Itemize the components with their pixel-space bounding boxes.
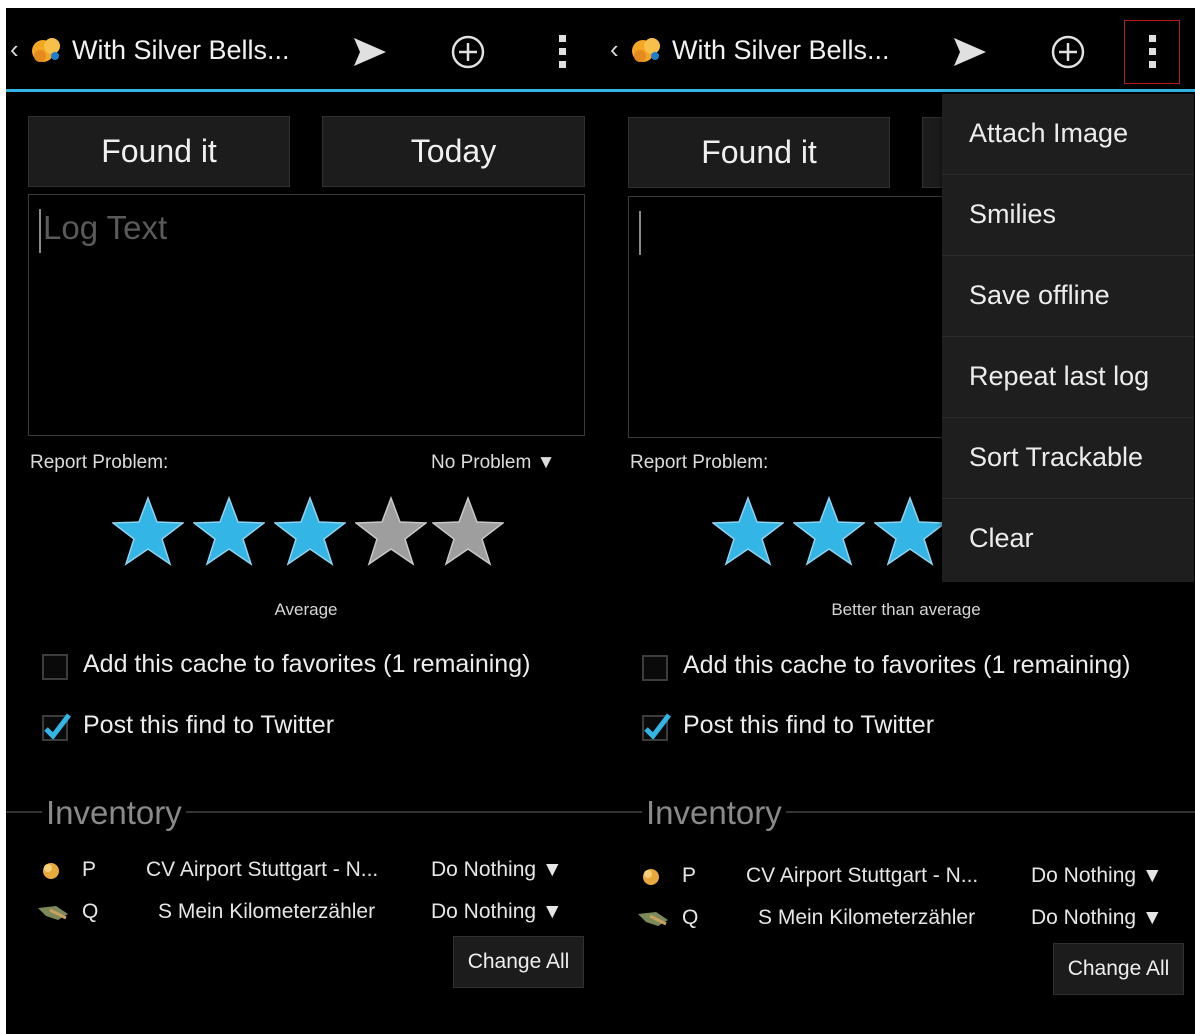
back-icon[interactable]: ‹ — [10, 34, 19, 64]
log-text-input[interactable] — [628, 196, 948, 438]
overflow-menu-button[interactable] — [1124, 20, 1180, 84]
trackable-action-select[interactable]: Do Nothing ▼ — [1031, 864, 1163, 888]
report-problem-select[interactable]: No Problem ▼ — [431, 452, 555, 474]
overflow-menu-button[interactable] — [532, 28, 592, 76]
menu-item-label: Save offline — [969, 280, 1110, 310]
star-icon[interactable] — [355, 496, 427, 566]
menu-item-smilies[interactable]: Smilies — [942, 175, 1194, 256]
trackable-code: Q — [682, 906, 699, 929]
favorite-checkbox-label[interactable]: Add this cache to favorites (1 remaining… — [83, 650, 530, 679]
add-button[interactable] — [438, 28, 498, 76]
menu-item-repeat-last-log[interactable]: Repeat last log — [942, 337, 1194, 418]
log-text-placeholder: Log Text — [43, 209, 168, 246]
send-button[interactable] — [340, 28, 400, 76]
checkmark-icon — [44, 713, 71, 740]
trackable-name: CV Airport Stuttgart - N... — [746, 864, 979, 887]
app-icon — [632, 38, 660, 62]
trackable-coin-icon — [43, 863, 59, 879]
rating-label: Better than average — [831, 600, 981, 619]
trackable-action-select[interactable]: Do Nothing ▼ — [431, 858, 563, 882]
add-circle-icon — [451, 35, 485, 69]
star-icon[interactable] — [432, 496, 504, 566]
trackable-bug-icon — [638, 912, 668, 926]
page-title[interactable]: With Silver Bells... — [72, 34, 290, 66]
more-vert-icon — [1149, 35, 1156, 68]
menu-item-label: Smilies — [969, 199, 1057, 229]
trackable-bug-icon — [38, 906, 68, 920]
menu-item-label: Repeat last log — [969, 361, 1150, 391]
twitter-checkbox-label[interactable]: Post this find to Twitter — [83, 711, 334, 740]
star-icon[interactable] — [712, 496, 784, 566]
inventory-title: Inventory — [642, 794, 786, 832]
add-circle-icon — [1051, 35, 1085, 69]
trackable-action-select[interactable]: Do Nothing ▼ — [431, 900, 563, 924]
log-type-button[interactable]: Found it — [628, 117, 890, 188]
star-icon[interactable] — [874, 496, 946, 566]
back-icon[interactable]: ‹ — [610, 34, 619, 64]
change-all-button[interactable]: Change All — [453, 936, 584, 988]
menu-item-label: Attach Image — [969, 118, 1129, 148]
action-bar: ‹ With Silver Bells... — [606, 8, 1195, 92]
star-icon[interactable] — [274, 496, 346, 566]
checkmark-icon — [644, 713, 671, 740]
app-icon — [32, 38, 60, 62]
menu-item-label: Sort Trackable — [969, 442, 1144, 472]
menu-item-sort-trackable[interactable]: Sort Trackable — [942, 418, 1194, 499]
trackable-code: P — [682, 864, 697, 887]
inventory-row: P CV Airport Stuttgart - N... Do Nothing… — [606, 860, 1195, 900]
trackable-code: Q — [82, 900, 99, 923]
send-icon — [954, 38, 986, 66]
log-screen-right: ‹ With Silver Bells... Found it Report P… — [606, 8, 1195, 1034]
text-cursor — [39, 209, 41, 253]
add-button[interactable] — [1038, 28, 1098, 76]
log-type-button[interactable]: Found it — [28, 116, 290, 187]
more-vert-icon — [559, 35, 566, 68]
inventory-row: P CV Airport Stuttgart - N... Do Nothing… — [6, 854, 606, 894]
trackable-action-select[interactable]: Do Nothing ▼ — [1031, 906, 1163, 930]
favorite-checkbox[interactable] — [642, 655, 668, 681]
favorite-checkbox-label[interactable]: Add this cache to favorites (1 remaining… — [683, 651, 1130, 680]
overflow-menu: Attach Image Smilies Save offline Repeat… — [942, 94, 1194, 582]
send-icon — [354, 38, 386, 66]
favorite-checkbox[interactable] — [42, 654, 68, 680]
inventory-title: Inventory — [42, 794, 186, 832]
log-text-input[interactable]: Log Text — [28, 194, 585, 436]
report-problem-label: Report Problem: — [630, 452, 769, 473]
text-cursor — [639, 211, 641, 255]
report-problem-label: Report Problem: — [30, 452, 169, 473]
twitter-checkbox-label[interactable]: Post this find to Twitter — [683, 711, 934, 740]
inventory-row: Q S Mein Kilometerzähler Do Nothing ▼ — [606, 902, 1195, 942]
trackable-name: S Mein Kilometerzähler — [158, 900, 376, 923]
page-title[interactable]: With Silver Bells... — [672, 34, 890, 66]
star-icon[interactable] — [793, 496, 865, 566]
trackable-name: CV Airport Stuttgart - N... — [146, 858, 379, 881]
trackable-name: S Mein Kilometerzähler — [758, 906, 976, 929]
menu-item-attach-image[interactable]: Attach Image — [942, 94, 1194, 175]
star-icon[interactable] — [193, 496, 265, 566]
change-all-button[interactable]: Change All — [1053, 943, 1184, 995]
send-button[interactable] — [940, 28, 1000, 76]
date-button[interactable]: Today — [322, 116, 585, 187]
log-screen-left: ‹ With Silver Bells... Found it Today Lo… — [6, 8, 606, 1034]
inventory-row: Q S Mein Kilometerzähler Do Nothing ▼ — [6, 896, 606, 936]
trackable-coin-icon — [643, 869, 659, 885]
action-bar: ‹ With Silver Bells... — [6, 8, 606, 92]
star-icon[interactable] — [112, 496, 184, 566]
menu-item-label: Clear — [969, 523, 1034, 553]
menu-item-clear[interactable]: Clear — [942, 499, 1194, 580]
trackable-code: P — [82, 858, 97, 881]
menu-item-save-offline[interactable]: Save offline — [942, 256, 1194, 337]
rating-label: Average — [274, 600, 338, 619]
